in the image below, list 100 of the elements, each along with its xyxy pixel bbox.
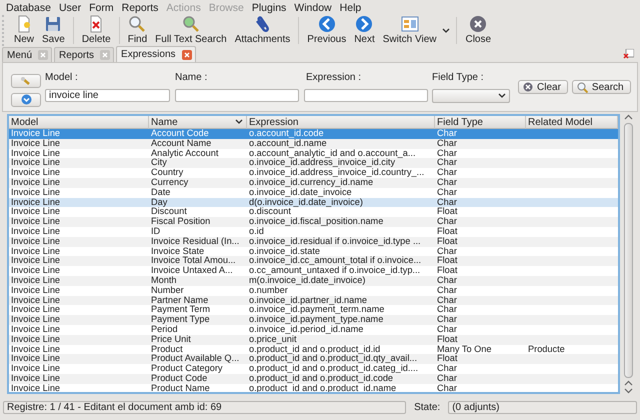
table-cell-text: o.account_id.code: [248, 129, 325, 139]
toolbar-button[interactable]: Close: [461, 15, 496, 46]
table-cell-text: Producte: [527, 344, 566, 354]
scroll-up-icon[interactable]: [624, 380, 632, 387]
column-header[interactable]: Model: [9, 116, 149, 129]
table-cell-text: o.invoice_id.currency_id.name: [248, 178, 374, 188]
expand-button[interactable]: [11, 92, 41, 106]
menu-item[interactable]: Form: [86, 2, 119, 14]
search-icon: [182, 15, 200, 33]
table-cell-text: Char: [436, 364, 458, 374]
scroll-up-icon[interactable]: [624, 114, 632, 121]
toolbar-button[interactable]: Switch View: [378, 15, 440, 46]
table-cell-text: Invoice Untaxed A...: [150, 266, 234, 276]
sort-icon[interactable]: [235, 119, 243, 125]
toolbar-button[interactable]: New: [10, 15, 38, 46]
table-row[interactable]: Invoice Line Month m(o.invoice_id.date_invoice) Char: [9, 276, 618, 286]
table-cell-text: Float: [436, 354, 458, 364]
table-row[interactable]: Invoice Line Payment Type o.invoice_id.payment_type.name Char: [9, 315, 618, 325]
search-field[interactable]: [304, 89, 428, 102]
tab[interactable]: Expressions: [116, 46, 196, 62]
table-cell-text: Invoice Line: [10, 129, 62, 139]
table-row[interactable]: Invoice Line Fiscal Position o.invoice_id.fiscal_position.name Char: [9, 217, 618, 227]
table-cell-text: Char: [436, 374, 458, 384]
table-row[interactable]: Invoice Line Partner Name o.invoice_id.partner_id.name Char: [9, 296, 618, 306]
table-cell-text: Price Unit: [150, 334, 192, 345]
table-cell-text: Invoice Line: [10, 246, 62, 256]
toolbar-button[interactable]: Find: [124, 15, 152, 46]
menu-item[interactable]: User: [56, 2, 86, 14]
table-cell-text: Invoice Line: [10, 315, 62, 325]
clear-button[interactable]: Clear: [518, 80, 568, 94]
table-cell-text: Day: [150, 198, 168, 207]
table-cell-text: Char: [436, 158, 458, 168]
table-cell-text: Invoice Line: [10, 207, 62, 217]
table-cell-text: Currency: [150, 178, 190, 188]
table-cell-text: o.invoice_id.payment_type.name: [248, 315, 384, 325]
table-row[interactable]: Invoice Line Invoice Residual (In... o.invoice_id.residual if o.invoice_id.type ... Float: [9, 236, 618, 247]
table-row[interactable]: Invoice Line City o.invoice_id.address_invoice_id.city Char: [9, 158, 618, 168]
table-cell-text: Char: [436, 296, 458, 305]
table-cell-text: o.invoice_id.residual if o.invoice_id.type ...: [248, 236, 422, 247]
close-tab-icon[interactable]: [623, 49, 634, 60]
field-type-dropdown[interactable]: [432, 88, 510, 102]
close-icon[interactable]: [182, 50, 192, 60]
toolbar-button[interactable]: Save: [38, 15, 69, 46]
tab[interactable]: Reports: [54, 47, 114, 62]
toolbar-button[interactable]: Previous: [303, 15, 350, 46]
field-label: Name :: [175, 72, 208, 83]
column-header[interactable]: Related Model: [526, 116, 618, 129]
table-row[interactable]: Invoice Line Invoice Total Amou... o.invoice_id.cc_amount_total if o.invoice... Float: [9, 256, 618, 266]
menu-item[interactable]: Reports: [118, 2, 164, 14]
menu-item[interactable]: Database: [3, 2, 56, 14]
table-cell-text: Invoice Line: [10, 286, 62, 296]
state-label: State:: [414, 402, 440, 412]
tab[interactable]: Menú: [2, 47, 52, 62]
table-cell-text: Analytic Account: [150, 148, 220, 158]
table-cell-text: ID: [150, 226, 162, 237]
table-cell-text: o.invoice_id.address_invoice_id.country_...: [248, 168, 426, 178]
table-row[interactable]: Invoice Line Account Name o.account_id.name Char: [9, 138, 618, 149]
column-header[interactable]: Expression: [247, 116, 435, 129]
table-cell-text: o.account_id.name: [248, 138, 328, 149]
table-cell-text: City: [150, 158, 167, 168]
toolbar-button[interactable]: Attachments: [230, 15, 294, 46]
table-cell-text: Invoice Line: [10, 158, 62, 168]
wrench-button[interactable]: [11, 74, 41, 88]
table-row[interactable]: Invoice Line Day d(o.invoice_id.date_invoice) Char: [9, 198, 618, 208]
column-header[interactable]: Field Type: [435, 116, 526, 129]
search-button[interactable]: Search: [572, 80, 631, 94]
table-cell-text: o.invoice_id.period_id.name: [248, 324, 364, 335]
menu-item[interactable]: Help: [336, 2, 366, 14]
column-header[interactable]: Name: [149, 116, 247, 129]
table-cell-text: o.discount: [248, 207, 291, 217]
toolbar-button[interactable]: Next: [350, 15, 379, 46]
table-cell-text: Char: [436, 324, 458, 335]
field-label: Expression :: [305, 72, 362, 83]
table-row[interactable]: Invoice Line Currency o.invoice_id.currency_id.name Char: [9, 178, 618, 188]
table-row[interactable]: Invoice Line Product Code o.product_id and o.product_id.code Char: [9, 374, 618, 384]
caret-icon[interactable]: [442, 28, 450, 34]
menu-item[interactable]: Plugins: [248, 2, 292, 14]
menu-item[interactable]: Window: [291, 2, 337, 14]
table-cell-text: Month: [150, 276, 178, 286]
table-cell-text: o.cc_amount_untaxed if o.invoice_id.typ...: [248, 266, 422, 276]
search-field[interactable]: invoice line: [45, 89, 170, 102]
table-cell-text: Char: [436, 286, 458, 296]
table-cell-text: Invoice Line: [10, 198, 62, 207]
table-cell-text: Partner Name: [150, 296, 210, 306]
table-cell-text: o.product_id and o.product_id.code: [248, 374, 394, 384]
toolbar-button[interactable]: Delete: [78, 15, 115, 46]
scroll-down-icon[interactable]: [624, 387, 632, 394]
table-cell-text: Float: [436, 266, 458, 276]
search-field[interactable]: [175, 89, 299, 102]
table-cell-text: o.price_unit: [248, 334, 296, 345]
table-row[interactable]: Invoice Line Product Available Q... o.product_id and o.product_id.qty_avail... Float: [9, 354, 618, 364]
table-cell-text: o.product_id and o.product_id.id: [248, 344, 382, 354]
scrollbar[interactable]: [622, 114, 634, 394]
table-row[interactable]: Invoice Line Price Unit o.price_unit Float: [9, 334, 618, 345]
table-cell-text: Account Code: [150, 129, 210, 139]
toolbar-button[interactable]: Full Text Search: [151, 15, 231, 46]
table-cell-text: Float: [436, 207, 458, 217]
table-cell-text: o.number: [248, 286, 288, 296]
table-cell-text: Invoice Line: [10, 256, 62, 266]
table-cell-text: Invoice State: [150, 246, 206, 256]
